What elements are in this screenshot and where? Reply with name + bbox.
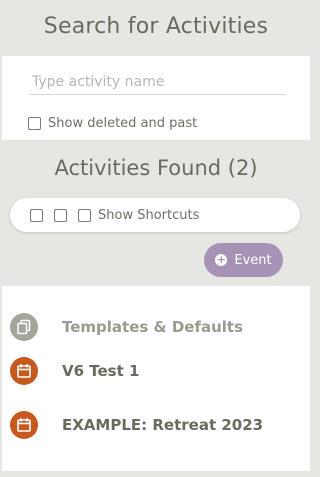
list-item-label: Templates & Defaults xyxy=(62,318,244,336)
search-panel: Show deleted and past xyxy=(2,56,310,140)
plus-circle-icon: + xyxy=(215,253,228,266)
activity-search-input[interactable] xyxy=(29,70,286,95)
show-shortcuts-checkbox[interactable] xyxy=(78,208,91,222)
list-item-label: V6 Test 1 xyxy=(62,362,140,380)
filter-checkbox-2[interactable] xyxy=(54,208,67,222)
add-event-button[interactable]: + Event xyxy=(204,243,283,277)
activity-list: Templates & Defaults V6 Test 1 EXAMPLE: … xyxy=(2,286,310,471)
shortcut-filter-bar: Show Shortcuts xyxy=(10,198,300,232)
list-item-templates-defaults[interactable]: Templates & Defaults xyxy=(2,310,310,344)
event-button-label: Event xyxy=(234,252,272,268)
calendar-icon xyxy=(10,411,38,439)
list-item-v6-test-1[interactable]: V6 Test 1 xyxy=(2,354,310,388)
search-header: Search for Activities xyxy=(2,0,310,56)
results-panel: Activities Found (2) Show Shortcuts + Ev… xyxy=(2,140,310,286)
results-title: Activities Found (2) xyxy=(54,156,258,180)
show-shortcuts-label: Show Shortcuts xyxy=(98,207,200,223)
calendar-icon xyxy=(10,357,38,385)
list-item-label: EXAMPLE: Retreat 2023 xyxy=(62,416,264,434)
show-deleted-label: Show deleted and past xyxy=(48,115,198,131)
list-item-example-retreat-2023[interactable]: EXAMPLE: Retreat 2023 xyxy=(2,408,310,442)
show-deleted-row[interactable]: Show deleted and past xyxy=(28,114,197,132)
show-deleted-checkbox[interactable] xyxy=(28,116,41,130)
filter-checkbox-1[interactable] xyxy=(30,208,43,222)
search-title: Search for Activities xyxy=(43,14,269,39)
copy-icon xyxy=(10,313,38,341)
